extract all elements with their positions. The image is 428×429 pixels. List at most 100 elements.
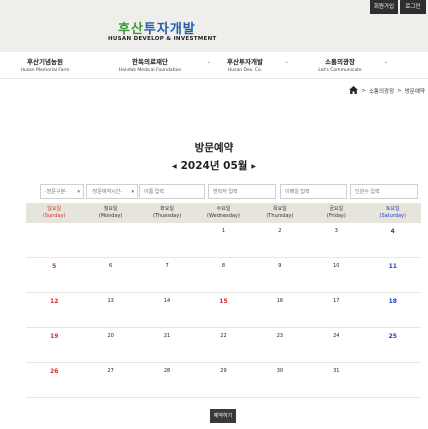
email-input[interactable]: 이메일 입력 bbox=[280, 184, 347, 199]
prev-month-icon[interactable]: ◀ bbox=[168, 163, 181, 170]
day-number: 1 bbox=[221, 228, 226, 234]
calendar-day-empty bbox=[139, 223, 195, 257]
chevron-down-icon: ▾ bbox=[131, 189, 134, 195]
day-number: 10 bbox=[333, 263, 340, 269]
calendar-day-12[interactable]: 12 bbox=[26, 293, 82, 327]
weekday-label-en: (Friday) bbox=[326, 212, 346, 219]
main-nav: 후산기념농원 Husan Memorial Farm 한독의료재단 Handok… bbox=[0, 52, 428, 79]
visit-type-select[interactable]: -방문구분- ▾ bbox=[40, 184, 84, 199]
nav-item-memorial-farm[interactable]: 후산기념농원 Husan Memorial Farm bbox=[0, 56, 90, 73]
weekday-header: 토요일 (Saturday) bbox=[365, 203, 421, 223]
calendar-day-28[interactable]: 28 bbox=[139, 363, 195, 397]
calendar-day-8[interactable]: 8 bbox=[195, 258, 251, 292]
calendar-day-4[interactable]: 4 bbox=[365, 223, 421, 257]
nav-item-husan-dev[interactable]: 후산투자개발 Husan Dev. Co. ⌄ bbox=[215, 56, 289, 73]
day-number: 4 bbox=[390, 228, 395, 235]
weekday-header: 월요일 (Monday) bbox=[82, 203, 138, 223]
home-icon[interactable] bbox=[349, 86, 359, 96]
weekday-label-en: (Wednesday) bbox=[207, 212, 240, 219]
calendar-day-31[interactable]: 31 bbox=[308, 363, 364, 397]
name-input[interactable]: 이름 입력 bbox=[139, 184, 205, 199]
day-number: 18 bbox=[388, 298, 397, 305]
day-number: 24 bbox=[333, 333, 340, 339]
calendar-day-15[interactable]: 15 bbox=[195, 293, 251, 327]
calendar-body: 1 2 3 4 5 6 7 8 9 10 11 12 13 14 15 16 17 18 19 20 21 22 23 24 2… bbox=[26, 223, 421, 398]
weekday-label-en: (Monday) bbox=[98, 212, 123, 219]
header: 후산투자개발 HUSAN DEVELOP & INVESTMENT 회원가입 로… bbox=[0, 0, 428, 52]
page-title: 방문예약 bbox=[194, 142, 234, 154]
day-number: 15 bbox=[219, 298, 228, 305]
breadcrumb: > 소통의광장 > 방문예약 bbox=[349, 86, 425, 96]
calendar-day-2[interactable]: 2 bbox=[252, 223, 308, 257]
day-number: 7 bbox=[165, 263, 169, 269]
day-number: 20 bbox=[107, 333, 114, 339]
visit-time-select[interactable]: -방문예약시간- ▾ bbox=[86, 184, 138, 199]
calendar-day-5[interactable]: 5 bbox=[26, 258, 82, 292]
day-number: 9 bbox=[278, 263, 282, 269]
visit-time-value: -방문예약시간- bbox=[91, 189, 123, 195]
calendar-day-empty bbox=[365, 363, 421, 397]
breadcrumb-separator: > bbox=[397, 88, 402, 94]
logo-text-part1: 후산 bbox=[118, 22, 144, 37]
calendar-day-29[interactable]: 29 bbox=[195, 363, 251, 397]
day-number: 23 bbox=[276, 333, 284, 339]
day-number: 16 bbox=[276, 298, 284, 304]
calendar-day-1[interactable]: 1 bbox=[195, 223, 251, 257]
phone-input[interactable]: 연락처 입력 bbox=[208, 184, 276, 199]
calendar-header: 일요일 (Sunday) 월요일 (Monday) 화요일 (Thuesday) 수요일 (W… bbox=[26, 203, 421, 223]
calendar-day-11[interactable]: 11 bbox=[365, 258, 421, 292]
calendar-day-19[interactable]: 19 bbox=[26, 328, 82, 362]
next-month-icon[interactable]: ▶ bbox=[247, 163, 260, 170]
calendar-day-18[interactable]: 18 bbox=[365, 293, 421, 327]
breadcrumb-item-communicate[interactable]: 소통의광장 bbox=[369, 87, 394, 95]
nav-item-label: 소통의광장 bbox=[325, 58, 355, 66]
calendar-day-9[interactable]: 9 bbox=[252, 258, 308, 292]
nav-item-communicate[interactable]: 소통의광장 Let's Communicate ⌄ bbox=[310, 56, 388, 73]
calendar-day-20[interactable]: 20 bbox=[82, 328, 138, 362]
day-number: 25 bbox=[388, 333, 397, 340]
calendar-week: 12 13 14 15 16 17 18 bbox=[26, 293, 421, 328]
people-count-input[interactable]: 인원수 입력 bbox=[350, 184, 418, 199]
calendar-day-13[interactable]: 13 bbox=[82, 293, 138, 327]
calendar-day-26[interactable]: 26 bbox=[26, 363, 82, 397]
day-number: 12 bbox=[50, 298, 59, 305]
join-button[interactable]: 회원가입 bbox=[370, 0, 398, 14]
login-button[interactable]: 로그인 bbox=[400, 0, 426, 14]
calendar-day-24[interactable]: 24 bbox=[308, 328, 364, 362]
reserve-button[interactable]: 예약하기 bbox=[210, 409, 236, 423]
calendar-day-30[interactable]: 30 bbox=[252, 363, 308, 397]
calendar-day-6[interactable]: 6 bbox=[82, 258, 138, 292]
calendar-day-14[interactable]: 14 bbox=[139, 293, 195, 327]
day-number: 31 bbox=[333, 368, 340, 374]
weekday-label-en: (Thursday) bbox=[266, 212, 294, 219]
logo[interactable]: 후산투자개발 bbox=[118, 18, 196, 37]
visit-type-value: -방문구분- bbox=[45, 189, 68, 195]
day-number: 22 bbox=[220, 333, 227, 339]
calendar-day-16[interactable]: 16 bbox=[252, 293, 308, 327]
nav-item-label: 후산투자개발 bbox=[227, 58, 263, 66]
calendar-day-10[interactable]: 10 bbox=[308, 258, 364, 292]
nav-item-medical-foundation[interactable]: 한독의료재단 Handok Medical Foundation ⌄ bbox=[95, 56, 211, 73]
nav-item-sublabel: Let's Communicate bbox=[318, 68, 362, 73]
calendar-week: 5 6 7 8 9 10 11 bbox=[26, 258, 421, 293]
day-number: 13 bbox=[107, 298, 114, 304]
weekday-header: 일요일 (Sunday) bbox=[26, 203, 82, 223]
calendar-day-27[interactable]: 27 bbox=[82, 363, 138, 397]
calendar-day-23[interactable]: 23 bbox=[252, 328, 308, 362]
weekday-header: 목요일 (Thursday) bbox=[252, 203, 308, 223]
calendar-day-7[interactable]: 7 bbox=[139, 258, 195, 292]
weekday-header: 화요일 (Thuesday) bbox=[139, 203, 195, 223]
weekday-header: 금요일 (Friday) bbox=[308, 203, 364, 223]
calendar-day-21[interactable]: 21 bbox=[139, 328, 195, 362]
breadcrumb-item-current: 방문예약 bbox=[404, 89, 425, 95]
calendar-day-3[interactable]: 3 bbox=[308, 223, 364, 257]
calendar-day-17[interactable]: 17 bbox=[308, 293, 364, 327]
month-navigator: ◀ 2024년 05월 ▶ bbox=[0, 158, 428, 173]
day-number: 26 bbox=[50, 368, 59, 375]
day-number: 29 bbox=[220, 368, 227, 374]
calendar-day-22[interactable]: 22 bbox=[195, 328, 251, 362]
weekday-header: 수요일 (Wednesday) bbox=[195, 203, 251, 223]
nav-item-label: 한독의료재단 bbox=[132, 58, 168, 66]
logo-subtitle: HUSAN DEVELOP & INVESTMENT bbox=[108, 36, 217, 42]
calendar-day-25[interactable]: 25 bbox=[365, 328, 421, 362]
